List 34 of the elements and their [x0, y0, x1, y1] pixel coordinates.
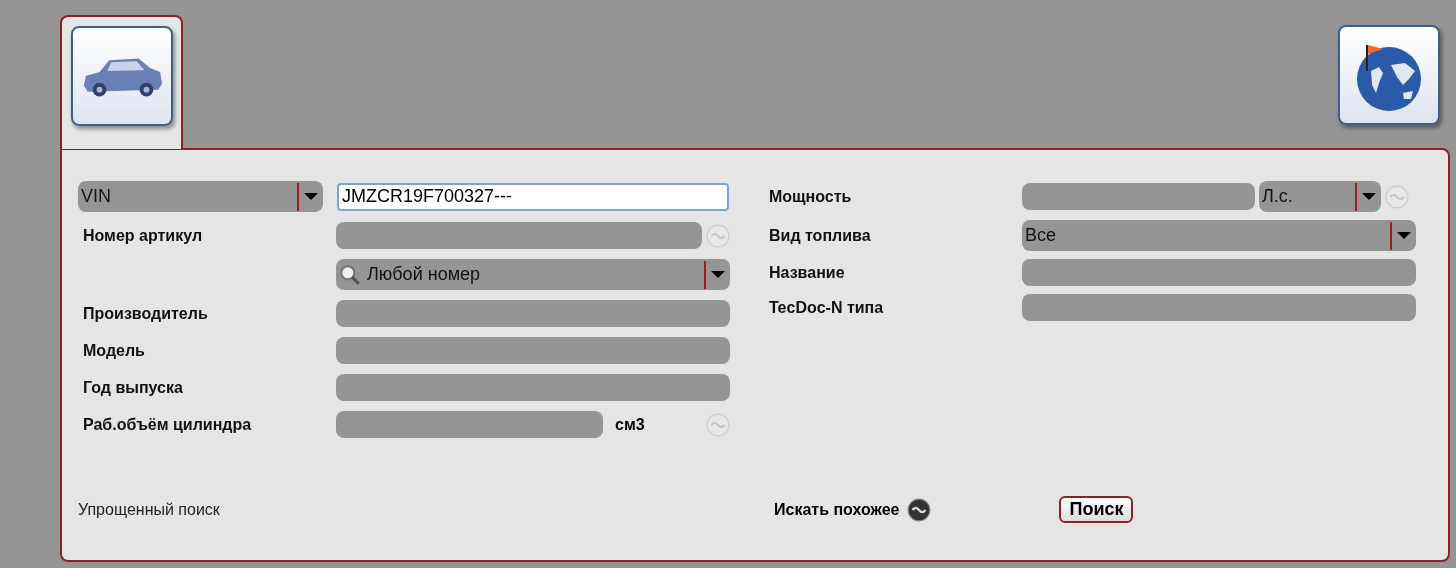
input-field[interactable] — [336, 374, 730, 401]
region-button[interactable] — [1338, 25, 1440, 125]
fuel-select[interactable]: Все — [1022, 220, 1416, 251]
field-label: Номер артикул — [82, 226, 204, 245]
input-field[interactable] — [1022, 259, 1416, 286]
vehicle-tab[interactable] — [60, 15, 183, 149]
search-button[interactable]: Поиск — [1059, 496, 1134, 523]
input-field[interactable] — [336, 337, 730, 364]
input-field[interactable] — [336, 411, 603, 438]
field-label: Мощность — [769, 187, 853, 206]
field-label: Год выпуска — [82, 378, 184, 397]
input-field[interactable] — [336, 300, 730, 327]
input-field[interactable] — [1022, 294, 1416, 321]
caret-icon — [1397, 232, 1411, 239]
field-label: TecDoc-N типа — [769, 298, 885, 317]
field-label: Название — [769, 263, 846, 282]
unit-label: см3 — [615, 415, 645, 434]
similar-label: Искать похожее — [774, 500, 900, 519]
caret-icon — [1362, 193, 1376, 200]
field-label: Модель — [82, 341, 146, 360]
unit-select[interactable]: Л.с. — [1259, 181, 1381, 212]
input-field[interactable] — [336, 222, 702, 249]
caret-icon — [304, 193, 318, 200]
field-label: Раб.объём цилиндра — [82, 415, 253, 434]
simple-search-link[interactable]: Упрощенный поиск — [78, 500, 774, 519]
number-type-select[interactable]: Любой номер — [336, 259, 730, 290]
caret-icon — [711, 271, 725, 278]
field-label: Вид топлива — [769, 226, 872, 245]
search-icon — [339, 263, 361, 286]
input-field[interactable] — [1022, 183, 1255, 210]
vin-field[interactable]: JMZCR19F700327--- — [337, 182, 729, 211]
refresh-icon[interactable] — [907, 497, 932, 522]
search-type-select[interactable]: VIN — [78, 181, 323, 212]
field-label: Производитель — [82, 304, 209, 323]
